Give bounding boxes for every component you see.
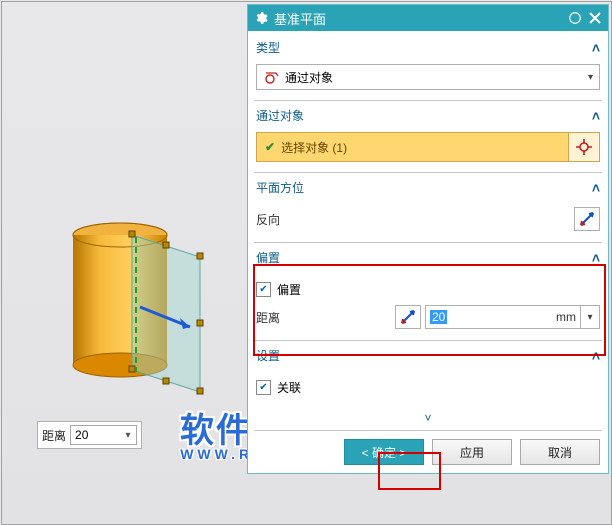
chevron-up-icon: ˄ — [592, 348, 600, 364]
section-offset-header[interactable]: 偏置 ˄ — [254, 245, 602, 268]
apply-button[interactable]: 应用 — [432, 439, 512, 465]
float-distance-box: 距离 20 ▾ — [37, 421, 142, 449]
chevron-down-icon: ▾ — [588, 72, 593, 83]
section-plane-orient: 平面方位 ˄ 反向 — [254, 175, 602, 243]
chevron-up-icon: ˄ — [592, 250, 600, 266]
chevron-up-icon: ˄ — [592, 40, 600, 56]
chevron-up-icon: ˄ — [592, 108, 600, 124]
distance-row: 距离 20 mm ▾ — [256, 304, 600, 330]
reverse-distance-button[interactable] — [395, 305, 421, 329]
section-type: 类型 ˄ 通过对象 ▾ — [254, 35, 602, 101]
section-plane-orient-header[interactable]: 平面方位 ˄ — [254, 175, 602, 198]
section-through-object-header-label: 通过对象 — [256, 107, 304, 124]
float-distance-combo[interactable]: 20 ▾ — [70, 425, 137, 445]
section-type-header-label: 类型 — [256, 39, 280, 56]
through-object-icon — [263, 69, 279, 85]
chevron-up-icon: ˄ — [592, 180, 600, 196]
assoc-checkbox[interactable]: ✔ — [256, 380, 271, 395]
offset-checkbox[interactable]: ✔ — [256, 282, 271, 297]
select-object-label: 选择对象 (1) — [281, 139, 347, 156]
section-type-header[interactable]: 类型 ˄ — [254, 35, 602, 58]
section-settings-header[interactable]: 设置 ˄ — [254, 343, 602, 366]
section-offset: 偏置 ˄ ✔ 偏置 距离 — [254, 245, 602, 341]
close-icon[interactable] — [586, 9, 604, 27]
chevron-down-icon[interactable]: ▾ — [580, 306, 599, 328]
gear-icon[interactable] — [254, 11, 268, 25]
ok-button[interactable]: < 确定 > — [344, 439, 424, 465]
chevron-down-icon: ˅ — [424, 411, 431, 425]
type-combo-value: 通过对象 — [285, 69, 333, 86]
target-icon — [576, 139, 592, 155]
reverse-button[interactable] — [574, 207, 600, 231]
distance-label: 距离 — [256, 309, 344, 326]
assoc-label: 关联 — [277, 379, 301, 396]
check-icon: ✔ — [265, 140, 275, 154]
select-object-button[interactable]: ✔ 选择对象 (1) — [257, 133, 569, 161]
cancel-button[interactable]: 取消 — [520, 439, 600, 465]
section-through-object: 通过对象 ˄ ✔ 选择对象 (1) — [254, 103, 602, 173]
dialog-titlebar[interactable]: 基准平面 — [248, 5, 608, 31]
section-offset-header-label: 偏置 — [256, 249, 280, 266]
type-combo[interactable]: 通过对象 ▾ — [256, 64, 600, 90]
select-object-row: ✔ 选择对象 (1) — [256, 132, 600, 162]
distance-unit: mm — [534, 310, 580, 324]
dialog-body: 类型 ˄ 通过对象 ▾ — [248, 31, 608, 473]
datum-plane-dialog: 基准平面 类型 ˄ — [247, 4, 609, 474]
chevron-down-icon: ▾ — [122, 430, 134, 441]
distance-value[interactable]: 20 — [426, 310, 534, 324]
dialog-button-row: < 确定 > 应用 取消 — [254, 437, 602, 467]
expand-more-button[interactable]: ˅ — [254, 408, 602, 428]
viewport: 距离 20 ▾ 软件自学网 WWW.RJZXW.COM 基准平面 — [1, 1, 612, 525]
select-type-button[interactable] — [569, 133, 599, 161]
section-plane-orient-header-label: 平面方位 — [256, 179, 304, 196]
distance-input[interactable]: 20 mm ▾ — [425, 305, 600, 329]
section-settings: 设置 ˄ ✔ 关联 — [254, 343, 602, 408]
float-distance-label: 距离 — [42, 427, 66, 444]
section-through-object-header[interactable]: 通过对象 ˄ — [254, 103, 602, 126]
3d-canvas[interactable] — [62, 217, 262, 417]
float-distance-value: 20 — [75, 428, 88, 442]
offset-checkbox-row: ✔ 偏置 — [256, 276, 600, 302]
swap-arrows-icon — [400, 309, 416, 325]
offset-checkbox-label: 偏置 — [277, 281, 301, 298]
section-settings-header-label: 设置 — [256, 347, 280, 364]
dialog-title: 基准平面 — [274, 9, 326, 28]
reverse-row: 反向 — [256, 206, 600, 232]
swap-arrows-icon — [579, 211, 595, 227]
reverse-label: 反向 — [256, 211, 344, 228]
help-icon[interactable] — [566, 9, 584, 27]
assoc-row: ✔ 关联 — [256, 374, 600, 400]
